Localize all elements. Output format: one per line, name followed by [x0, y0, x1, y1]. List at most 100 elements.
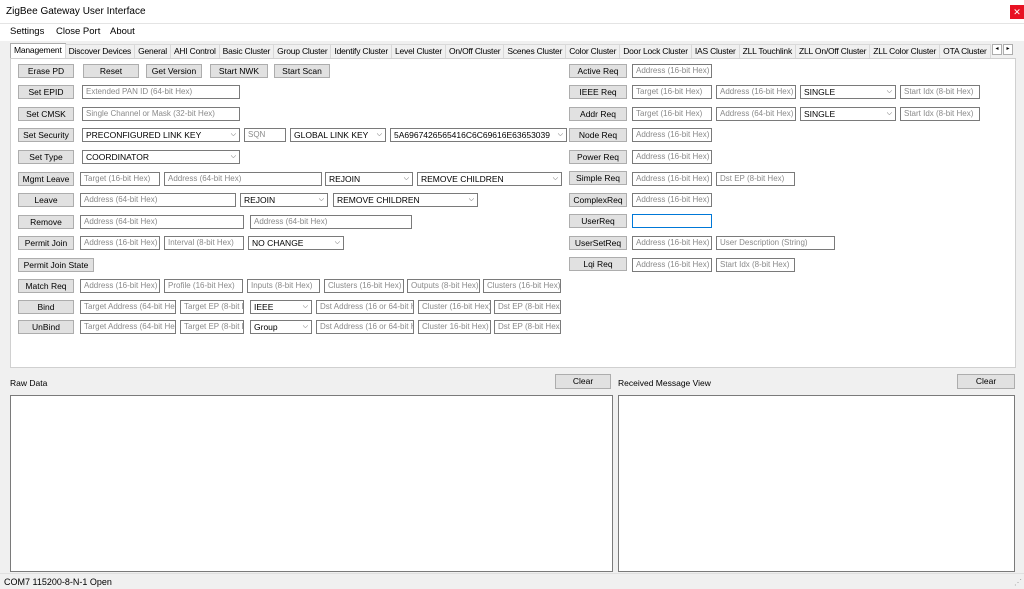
- match-req-address-input[interactable]: Address (16-bit Hex): [80, 279, 160, 293]
- menu-close-port[interactable]: Close Port: [56, 26, 100, 37]
- tab-ota-cluster[interactable]: OTA Cluster: [939, 44, 991, 58]
- match-req-profile-input[interactable]: Profile (16-bit Hex): [164, 279, 243, 293]
- ieee-req-address-input[interactable]: Address (16-bit Hex): [716, 85, 796, 99]
- tab-ahi-control[interactable]: AHI Control: [169, 44, 220, 58]
- node-req-address-input[interactable]: Address (16-bit Hex): [632, 128, 712, 142]
- bind-mode-select[interactable]: IEEE ⌵: [250, 300, 312, 314]
- get-version-button[interactable]: Get Version: [146, 64, 202, 78]
- simple-req-address-input[interactable]: Address (16-bit Hex): [632, 172, 712, 186]
- ieee-req-target-input[interactable]: Target (16-bit Hex): [632, 85, 712, 99]
- permit-join-interval-input[interactable]: Interval (8-bit Hex): [164, 236, 244, 250]
- bind-target-ep-input[interactable]: Target EP (8-bit Hex): [180, 300, 244, 314]
- tab-level-cluster[interactable]: Level Cluster: [390, 44, 446, 58]
- match-req-inputs-input[interactable]: Inputs (8-bit Hex): [247, 279, 320, 293]
- start-scan-button[interactable]: Start Scan: [274, 64, 330, 78]
- power-req-button[interactable]: Power Req: [569, 150, 627, 164]
- remove-address-input-2[interactable]: Address (64-bit Hex): [250, 215, 412, 229]
- bind-target-address-input[interactable]: Target Address (64-bit Hex): [80, 300, 176, 314]
- tab-zll-onoff-cluster[interactable]: ZLL On/Off Cluster: [795, 44, 871, 58]
- start-nwk-button[interactable]: Start NWK: [210, 64, 268, 78]
- addr-req-mode-select[interactable]: SINGLE ⌵: [800, 107, 896, 121]
- tab-management[interactable]: Management: [10, 43, 66, 58]
- user-req-button[interactable]: UserReq: [569, 214, 627, 228]
- match-req-button[interactable]: Match Req: [18, 279, 74, 293]
- mgmt-leave-button[interactable]: Mgmt Leave: [18, 172, 74, 186]
- unbind-target-address-input[interactable]: Target Address (64-bit Hex): [80, 320, 176, 334]
- tab-general[interactable]: General: [134, 44, 171, 58]
- addr-req-target-input[interactable]: Target (16-bit Hex): [632, 107, 712, 121]
- unbind-button[interactable]: UnBind: [18, 320, 74, 334]
- lqi-req-start-idx-input[interactable]: Start Idx (8-bit Hex): [716, 258, 795, 272]
- remove-button[interactable]: Remove: [18, 215, 74, 229]
- tab-door-lock-cluster[interactable]: Door Lock Cluster: [619, 44, 692, 58]
- permit-join-address-input[interactable]: Address (16-bit Hex): [80, 236, 160, 250]
- tab-scenes-cluster[interactable]: Scenes Cluster: [503, 44, 567, 58]
- permit-join-change-select[interactable]: NO CHANGE ⌵: [248, 236, 344, 250]
- active-req-button[interactable]: Active Req: [569, 64, 627, 78]
- match-req-outputs-input[interactable]: Outputs (8-bit Hex): [407, 279, 480, 293]
- permit-join-button[interactable]: Permit Join: [18, 236, 74, 250]
- mgmt-leave-target-input[interactable]: Target (16-bit Hex): [80, 172, 160, 186]
- mgmt-leave-address-input[interactable]: Address (64-bit Hex): [164, 172, 322, 186]
- bind-button[interactable]: Bind: [18, 300, 74, 314]
- match-req-in-clusters-input[interactable]: Clusters (16-bit Hex): [324, 279, 404, 293]
- remove-address-input-1[interactable]: Address (64-bit Hex): [80, 215, 244, 229]
- tab-identify-cluster[interactable]: Identify Cluster: [330, 44, 392, 58]
- security-key-value-select[interactable]: 5A6967426565416C6C69616E63653039 ⌵: [390, 128, 567, 142]
- ieee-req-start-idx-input[interactable]: Start Idx (8-bit Hex): [900, 85, 980, 99]
- reset-button[interactable]: Reset: [83, 64, 139, 78]
- tab-group-cluster[interactable]: Group Cluster: [273, 44, 332, 58]
- set-cmsk-button[interactable]: Set CMSK: [18, 107, 74, 121]
- menu-about[interactable]: About: [110, 26, 135, 37]
- permit-join-state-button[interactable]: Permit Join State: [18, 258, 94, 272]
- leave-rejoin-select[interactable]: REJOIN ⌵: [240, 193, 328, 207]
- security-key-type-select[interactable]: PRECONFIGURED LINK KEY ⌵: [82, 128, 240, 142]
- bind-dst-ep-input[interactable]: Dst EP (8-bit Hex): [494, 300, 561, 314]
- menu-settings[interactable]: Settings: [10, 26, 44, 37]
- mgmt-leave-rejoin-select[interactable]: REJOIN ⌵: [325, 172, 413, 186]
- complex-req-button[interactable]: ComplexReq: [569, 193, 627, 207]
- tab-ias-cluster[interactable]: IAS Cluster: [690, 44, 740, 58]
- raw-data-textarea[interactable]: [10, 395, 613, 572]
- close-icon[interactable]: ✕: [1010, 5, 1024, 19]
- ieee-req-button[interactable]: IEEE Req: [569, 85, 627, 99]
- set-epid-button[interactable]: Set EPID: [18, 85, 74, 99]
- erase-pd-button[interactable]: Erase PD: [18, 64, 74, 78]
- tab-scroll-right-icon[interactable]: ▸: [1003, 44, 1013, 55]
- addr-req-start-idx-input[interactable]: Start Idx (8-bit Hex): [900, 107, 980, 121]
- cmsk-input[interactable]: Single Channel or Mask (32-bit Hex): [82, 107, 240, 121]
- leave-remove-children-select[interactable]: REMOVE CHILDREN ⌵: [333, 193, 478, 207]
- set-security-button[interactable]: Set Security: [18, 128, 74, 142]
- received-clear-button[interactable]: Clear: [957, 374, 1015, 389]
- bind-dst-address-input[interactable]: Dst Address (16 or 64-bit Hex): [316, 300, 414, 314]
- leave-address-input[interactable]: Address (64-bit Hex): [80, 193, 236, 207]
- user-set-req-button[interactable]: UserSetReq: [569, 236, 627, 250]
- resize-grip-icon[interactable]: ⋰: [1014, 578, 1022, 587]
- unbind-dst-ep-input[interactable]: Dst EP (8-bit Hex): [494, 320, 561, 334]
- unbind-mode-select[interactable]: Group ⌵: [250, 320, 312, 334]
- epid-input[interactable]: Extended PAN ID (64-bit Hex): [82, 85, 240, 99]
- mgmt-leave-remove-children-select[interactable]: REMOVE CHILDREN ⌵: [417, 172, 562, 186]
- unbind-dst-address-input[interactable]: Dst Address (16 or 64-bit Hex): [316, 320, 414, 334]
- ieee-req-mode-select[interactable]: SINGLE ⌵: [800, 85, 896, 99]
- user-req-input[interactable]: [632, 214, 712, 228]
- bind-cluster-input[interactable]: Cluster (16-bit Hex): [418, 300, 491, 314]
- addr-req-address-input[interactable]: Address (64-bit Hex): [716, 107, 796, 121]
- sqn-input[interactable]: SQN: [244, 128, 286, 142]
- complex-req-address-input[interactable]: Address (16-bit Hex): [632, 193, 712, 207]
- raw-data-clear-button[interactable]: Clear: [555, 374, 611, 389]
- unbind-target-ep-input[interactable]: Target EP (8-bit Hex): [180, 320, 244, 334]
- lqi-req-button[interactable]: Lqi Req: [569, 257, 627, 271]
- tab-scroll-left-icon[interactable]: ◂: [992, 44, 1002, 55]
- security-key-mode-select[interactable]: GLOBAL LINK KEY ⌵: [290, 128, 386, 142]
- set-type-button[interactable]: Set Type: [18, 150, 74, 164]
- simple-req-button[interactable]: Simple Req: [569, 171, 627, 185]
- node-req-button[interactable]: Node Req: [569, 128, 627, 142]
- leave-button[interactable]: Leave: [18, 193, 74, 207]
- addr-req-button[interactable]: Addr Req: [569, 107, 627, 121]
- user-set-req-description-input[interactable]: User Description (String): [716, 236, 835, 250]
- power-req-address-input[interactable]: Address (16-bit Hex): [632, 150, 712, 164]
- active-req-address-input[interactable]: Address (16-bit Hex): [632, 64, 712, 78]
- tab-onoff-cluster[interactable]: On/Off Cluster: [444, 44, 505, 58]
- tab-zll-touchlink[interactable]: ZLL Touchlink: [738, 44, 797, 58]
